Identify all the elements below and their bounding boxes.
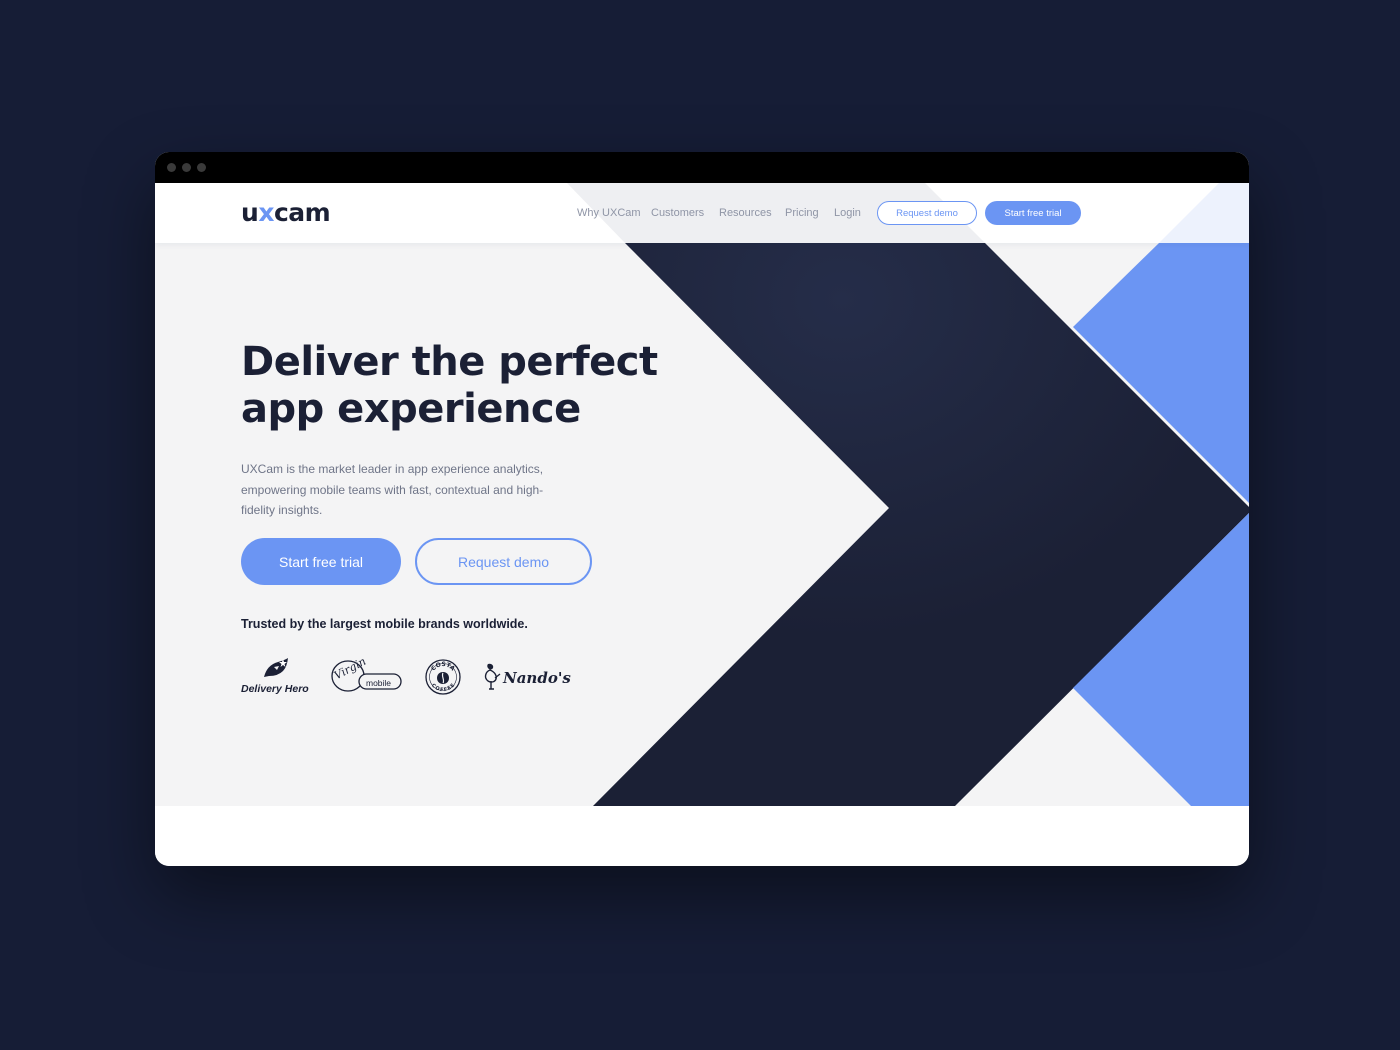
logo-text-suffix: cam <box>273 198 331 227</box>
browser-window: uxcam Why UXCam Customers Resources Pric… <box>155 152 1249 866</box>
brand-logo-delivery-hero: Delivery Hero <box>241 657 313 697</box>
logo-x-mark: x <box>258 198 274 227</box>
nav-link-why-uxcam[interactable]: Why UXCam <box>577 207 641 219</box>
hero-request-demo-button[interactable]: Request demo <box>415 538 592 585</box>
hero-start-trial-button[interactable]: Start free trial <box>241 538 401 585</box>
window-close-dot[interactable] <box>167 163 176 172</box>
window-maximize-dot[interactable] <box>197 163 206 172</box>
mobile-wordmark: mobile <box>366 678 392 688</box>
costa-coffee-seal-icon: COSTA COFFEE <box>425 659 461 695</box>
top-navbar: uxcam Why UXCam Customers Resources Pric… <box>155 183 1249 243</box>
nav-link-pricing[interactable]: Pricing <box>785 207 819 219</box>
brand-logo-costa-coffee: COSTA COFFEE <box>425 659 461 700</box>
window-titlebar <box>155 152 1249 183</box>
delivery-hero-icon <box>264 658 288 677</box>
trusted-by-text: Trusted by the largest mobile brands wor… <box>241 617 528 631</box>
nandos-rooster-icon <box>484 663 501 690</box>
hero-headline-line2: app experience <box>241 386 581 432</box>
hero-headline-line1: Deliver the perfect <box>241 339 658 385</box>
nav-start-trial-button[interactable]: Start free trial <box>985 201 1081 225</box>
nav-request-demo-button[interactable]: Request demo <box>877 201 977 225</box>
uxcam-logo[interactable]: uxcam <box>241 198 331 227</box>
logo-text-prefix: u <box>241 198 259 227</box>
landing-page: uxcam Why UXCam Customers Resources Pric… <box>155 183 1249 866</box>
delivery-hero-wordmark: Delivery Hero <box>241 683 309 695</box>
hero-headline: Deliver the perfect app experience <box>241 339 661 433</box>
nav-link-customers[interactable]: Customers <box>651 207 704 219</box>
nav-link-resources[interactable]: Resources <box>719 207 772 219</box>
nandos-wordmark: Nando's <box>503 669 571 687</box>
window-minimize-dot[interactable] <box>182 163 191 172</box>
nav-link-login[interactable]: Login <box>834 207 861 219</box>
hero-description: UXCam is the market leader in app experi… <box>241 462 544 517</box>
